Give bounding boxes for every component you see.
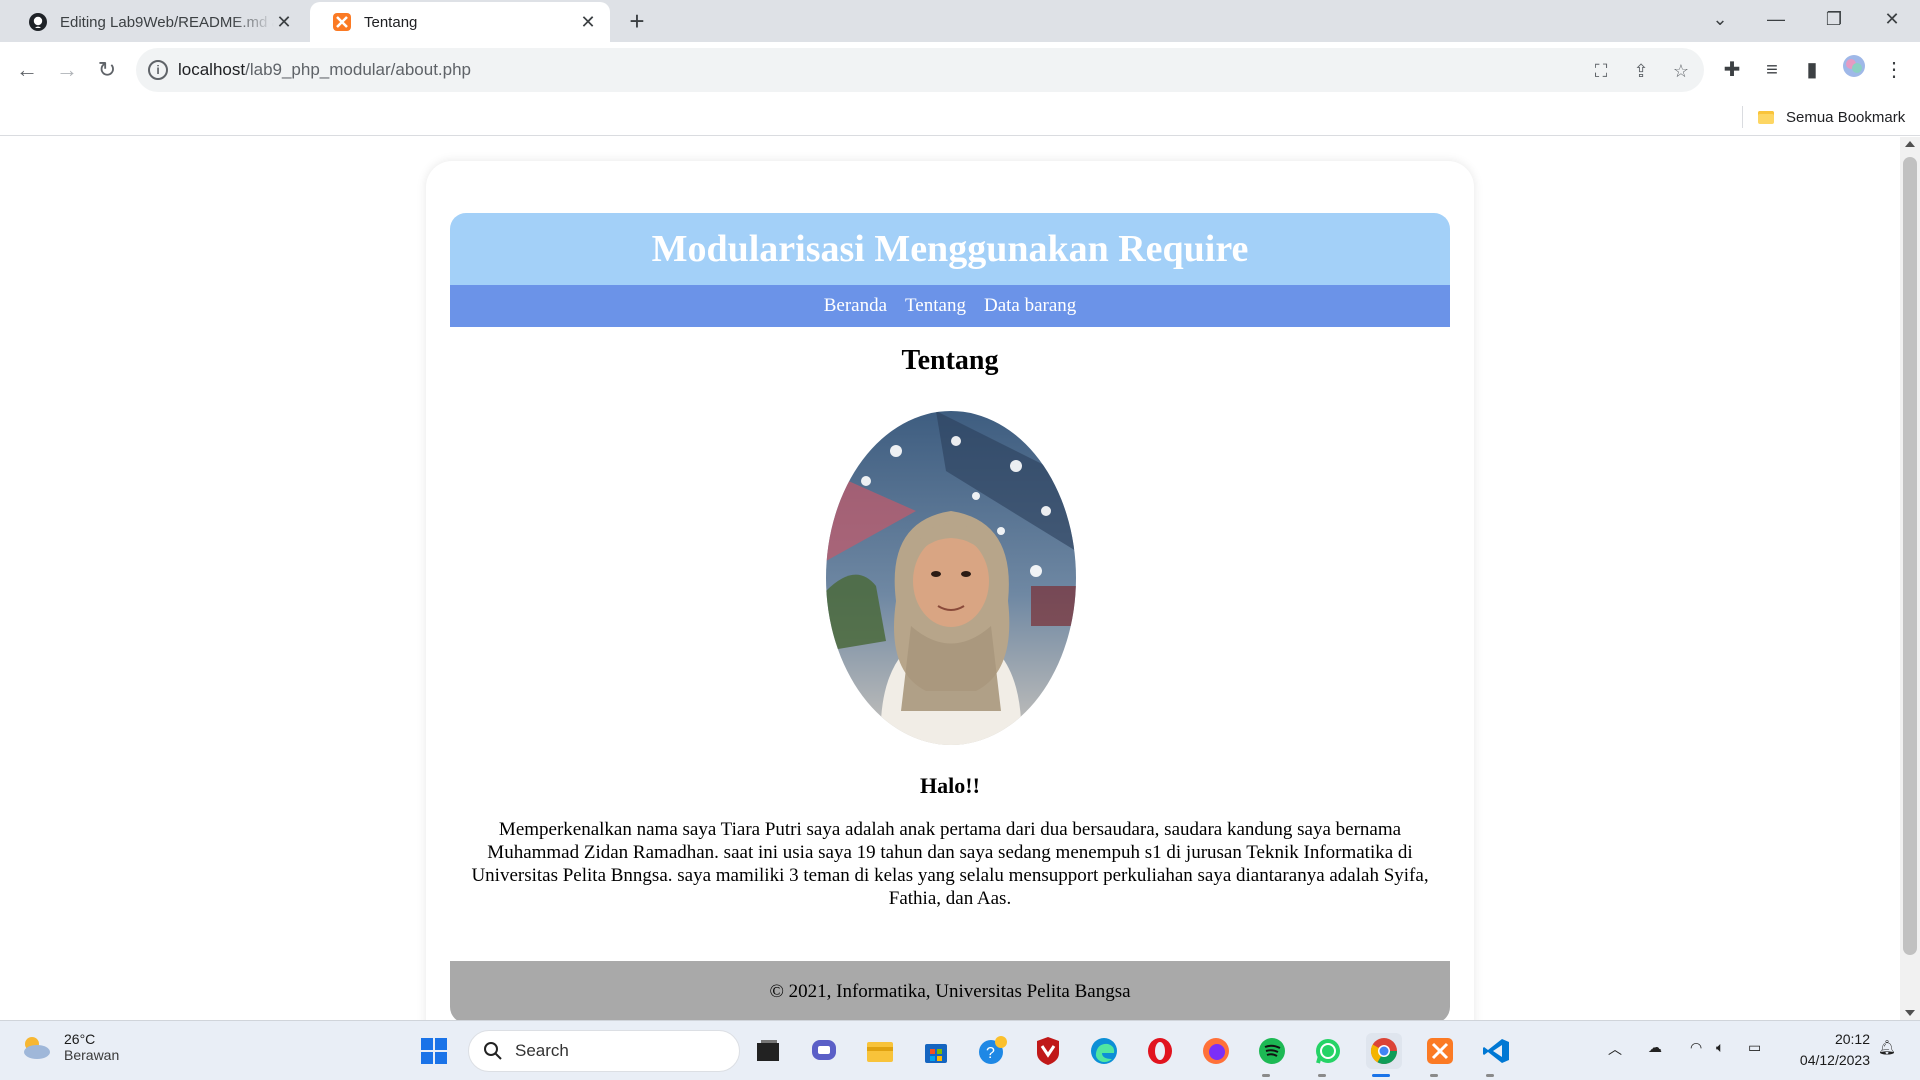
chrome-icon[interactable]	[1366, 1033, 1402, 1069]
nav-link-beranda[interactable]: Beranda	[824, 295, 887, 317]
translate-icon[interactable]: ⛶	[1590, 60, 1612, 82]
all-bookmarks-button[interactable]: Semua Bookmark	[1758, 104, 1905, 130]
close-window-button[interactable]: ✕	[1864, 0, 1920, 42]
running-indicator	[1318, 1074, 1326, 1077]
tab-tentang[interactable]: Tentang ✕	[310, 2, 610, 42]
clock-date: 04/12/2023	[1799, 1052, 1870, 1068]
address-bar[interactable]: i localhost/lab9_php_modular/about.php ⛶…	[136, 48, 1704, 92]
weather-temperature: 26°C	[64, 1031, 96, 1047]
greeting-heading: Halo!!	[920, 773, 980, 798]
whatsapp-icon[interactable]	[1310, 1033, 1346, 1069]
search-label: Search	[515, 1041, 569, 1060]
file-explorer-icon[interactable]	[862, 1033, 898, 1069]
bookmarks-bar: Semua Bookmark	[0, 98, 1920, 136]
bookmark-star-icon[interactable]: ☆	[1670, 60, 1692, 82]
back-button[interactable]: ←	[11, 54, 43, 86]
search-icon	[484, 1042, 502, 1060]
weather-widget[interactable]: 26°C Berawan	[18, 1031, 119, 1063]
nav-link-tentang[interactable]: Tentang	[905, 295, 966, 317]
site-info-icon[interactable]: i	[148, 60, 168, 80]
profile-photo	[826, 411, 1076, 745]
edge-icon[interactable]	[1086, 1033, 1122, 1069]
folder-icon	[1758, 110, 1774, 124]
close-tab-icon[interactable]: ✕	[274, 12, 294, 32]
nav-link-data-barang[interactable]: Data barang	[984, 295, 1076, 317]
menu-kebab-icon[interactable]: ⋮	[1878, 54, 1910, 86]
windows-taskbar: 26°C Berawan Search ? ︿ ☁ ◠ 🔈︎ ▭ 20:12 0…	[0, 1020, 1920, 1080]
mcafee-icon[interactable]	[1030, 1033, 1066, 1069]
profile-avatar[interactable]	[1838, 54, 1870, 86]
teams-chat-icon[interactable]	[806, 1033, 842, 1069]
url-host: localhost	[178, 60, 246, 79]
forward-button[interactable]: →	[51, 54, 83, 86]
volume-icon[interactable]: 🔈︎	[1716, 1039, 1724, 1056]
reading-list-icon[interactable]: ≡	[1756, 54, 1788, 86]
browser-tab-strip: Editing Lab9Web/README.md at main ✕ Tent…	[0, 0, 1920, 42]
page-scrollbar[interactable]	[1900, 137, 1920, 1020]
weather-condition: Berawan	[64, 1047, 120, 1063]
microsoft-store-icon[interactable]	[918, 1033, 954, 1069]
clock-time: 20:12	[1834, 1031, 1870, 1047]
notification-bell-icon[interactable]: 🔔︎	[1878, 1039, 1896, 1056]
spotify-icon[interactable]	[1254, 1033, 1290, 1069]
page-header: Modularisasi Menggunakan Require	[450, 213, 1450, 285]
xampp-icon	[332, 12, 352, 32]
page-viewport: Modularisasi Menggunakan Require Beranda…	[0, 137, 1900, 1020]
tab-search-chevron-icon[interactable]: ⌄	[1692, 0, 1748, 42]
page-container: Modularisasi Menggunakan Require Beranda…	[426, 161, 1474, 1020]
tab-title: Tentang	[364, 13, 418, 31]
tab-title: Editing Lab9Web/README.md at main	[60, 13, 274, 31]
active-indicator	[1372, 1074, 1390, 1077]
svg-text:?: ?	[986, 1045, 995, 1062]
show-hidden-icons-chevron-icon[interactable]: ︿	[1608, 1039, 1622, 1059]
github-icon	[28, 12, 48, 32]
battery-icon[interactable]: ▭	[1748, 1039, 1761, 1056]
scroll-down-arrow-icon[interactable]	[1905, 1010, 1915, 1016]
main-nav: Beranda Tentang Data barang	[450, 285, 1450, 327]
wifi-icon[interactable]: ◠	[1690, 1039, 1702, 1056]
running-indicator	[1486, 1074, 1494, 1077]
share-icon[interactable]: ⇪	[1630, 60, 1652, 82]
scroll-up-arrow-icon[interactable]	[1905, 141, 1915, 147]
url-path: /lab9_php_modular/about.php	[245, 60, 472, 79]
system-clock[interactable]: 20:12 04/12/2023	[1786, 1029, 1870, 1071]
url-text[interactable]: localhost/lab9_php_modular/about.php	[178, 60, 471, 80]
side-panel-icon[interactable]: ▮	[1796, 54, 1828, 86]
xampp-taskbar-icon[interactable]	[1422, 1033, 1458, 1069]
running-indicator	[1262, 1074, 1270, 1077]
header-title: Modularisasi Menggunakan Require	[651, 228, 1249, 270]
content-title: Tentang	[901, 345, 999, 376]
taskbar-search[interactable]: Search	[468, 1030, 740, 1072]
reload-button[interactable]: ↻	[91, 54, 123, 86]
weather-cloud-sun-icon	[24, 1037, 50, 1059]
help-app-icon[interactable]: ?	[974, 1033, 1010, 1069]
browser-toolbar: ← → ↻ i localhost/lab9_php_modular/about…	[0, 42, 1920, 98]
opera-icon[interactable]	[1142, 1033, 1178, 1069]
windows-start-icon[interactable]	[416, 1033, 452, 1069]
running-indicator	[1430, 1074, 1438, 1077]
vscode-icon[interactable]	[1478, 1033, 1514, 1069]
close-tab-icon[interactable]: ✕	[578, 12, 598, 32]
bookmarks-separator	[1742, 106, 1743, 128]
scrollbar-thumb[interactable]	[1903, 157, 1917, 955]
firefox-icon[interactable]	[1198, 1033, 1234, 1069]
task-view-icon[interactable]	[750, 1033, 786, 1069]
all-bookmarks-label: Semua Bookmark	[1786, 108, 1906, 126]
new-tab-button[interactable]: +	[622, 6, 652, 36]
onedrive-cloud-icon[interactable]: ☁	[1648, 1039, 1662, 1056]
bio-paragraph: Memperkenalkan nama saya Tiara Putri say…	[471, 819, 1429, 909]
page-footer: © 2021, Informatika, Universitas Pelita …	[450, 961, 1450, 1020]
extensions-icon[interactable]: ✚	[1716, 54, 1748, 86]
minimize-button[interactable]: —	[1748, 0, 1804, 42]
tab-github-readme[interactable]: Editing Lab9Web/README.md at main ✕	[6, 2, 306, 42]
restore-button[interactable]: ❐	[1806, 0, 1862, 42]
